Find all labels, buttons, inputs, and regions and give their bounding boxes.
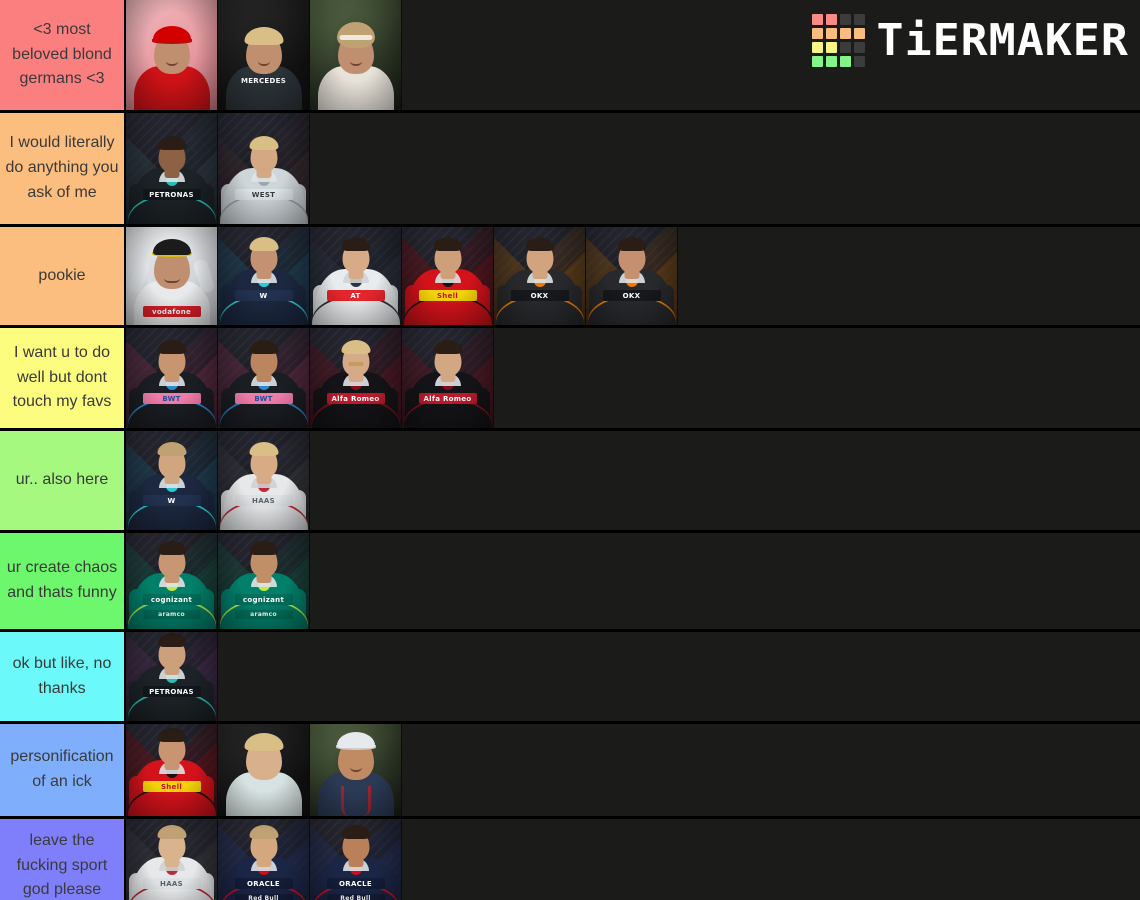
tier-item[interactable]: ORACLE Red Bull xyxy=(218,819,310,900)
tier-items-5[interactable]: cognizant aramco cognizant aramco xyxy=(126,533,1140,629)
tier-item[interactable]: ORACLE Red Bull xyxy=(310,819,402,900)
logo-cell-14 xyxy=(839,56,851,67)
logo-cell-1 xyxy=(825,14,837,25)
driver-portrait: HAAS xyxy=(218,431,309,530)
logo-cell-2 xyxy=(839,14,851,25)
tier-label-1[interactable]: I would literally do anything you ask of… xyxy=(0,113,126,224)
tier-label-8[interactable]: leave the fucking sport god please xyxy=(0,819,126,900)
tier-item[interactable]: OKX xyxy=(494,227,586,325)
tier-row: leave the fucking sport god please HAAS OR… xyxy=(0,819,1140,900)
tier-row: personification of an ick Shell xyxy=(0,724,1140,819)
tier-row: ok but like, no thanks PETRONAS xyxy=(0,632,1140,724)
driver-portrait: PETRONAS xyxy=(126,632,217,721)
driver-portrait xyxy=(310,724,401,816)
tier-item[interactable]: HAAS xyxy=(218,431,310,530)
tier-item[interactable] xyxy=(310,724,402,816)
tier-label-2[interactable]: pookie xyxy=(0,227,126,325)
tier-item[interactable]: W xyxy=(126,431,218,530)
tier-items-1[interactable]: PETRONAS WEST xyxy=(126,113,1140,224)
logo-cell-11 xyxy=(853,42,865,53)
tier-item[interactable]: Shell xyxy=(126,724,218,816)
driver-portrait: AT xyxy=(310,227,401,325)
driver-portrait xyxy=(310,0,401,110)
logo-cell-4 xyxy=(811,28,823,39)
driver-portrait xyxy=(126,0,217,110)
logo-cell-8 xyxy=(811,42,823,53)
logo-grid-icon xyxy=(811,14,865,67)
tier-label-5[interactable]: ur create chaos and thats funny xyxy=(0,533,126,629)
tier-item[interactable]: cognizant aramco xyxy=(126,533,218,629)
tier-label-3[interactable]: I want u to do well but dont touch my fa… xyxy=(0,328,126,428)
driver-portrait: Alfa Romeo xyxy=(310,328,401,428)
tier-item[interactable]: W xyxy=(218,227,310,325)
tier-items-3[interactable]: BWT BWT Alfa Romeo Alfa Romeo xyxy=(126,328,1140,428)
logo-cell-10 xyxy=(839,42,851,53)
tier-label-7[interactable]: personification of an ick xyxy=(0,724,126,816)
tier-item[interactable]: OKX xyxy=(586,227,678,325)
driver-portrait: Shell xyxy=(402,227,493,325)
tiermaker-board: TiERMAKER <3 most beloved blond germans … xyxy=(0,0,1140,900)
tier-item[interactable]: AT xyxy=(310,227,402,325)
tier-label-0[interactable]: <3 most beloved blond germans <3 xyxy=(0,0,126,110)
driver-portrait: ORACLE Red Bull xyxy=(218,819,309,900)
tier-label-4[interactable]: ur.. also here xyxy=(0,431,126,530)
driver-portrait: MERCEDES xyxy=(218,0,309,110)
driver-portrait: ORACLE Red Bull xyxy=(310,819,401,900)
logo-cell-6 xyxy=(839,28,851,39)
tier-item[interactable]: MERCEDES xyxy=(218,0,310,110)
driver-portrait: Shell xyxy=(126,724,217,816)
driver-portrait: W xyxy=(218,227,309,325)
driver-portrait: cognizant aramco xyxy=(126,533,217,629)
tier-items-8[interactable]: HAAS ORACLE Red Bull ORACLE Red Bull xyxy=(126,819,1140,900)
driver-portrait: OKX xyxy=(494,227,585,325)
tier-row: I would literally do anything you ask of… xyxy=(0,113,1140,227)
tier-items-2[interactable]: vodafone W AT Shell OKX OKX xyxy=(126,227,1140,325)
tier-item[interactable] xyxy=(126,0,218,110)
tier-row: ur create chaos and thats funny cognizant… xyxy=(0,533,1140,632)
driver-portrait: vodafone xyxy=(126,227,217,325)
tier-item[interactable] xyxy=(310,0,402,110)
tier-row: pookie vodafone W AT Shell OKX OKX xyxy=(0,227,1140,328)
tier-item[interactable]: HAAS xyxy=(126,819,218,900)
tier-item[interactable]: vodafone xyxy=(126,227,218,325)
tier-items-6[interactable]: PETRONAS xyxy=(126,632,1140,721)
logo-cell-7 xyxy=(853,28,865,39)
tiermaker-logo[interactable]: TiERMAKER xyxy=(811,14,1129,67)
tier-items-7[interactable]: Shell xyxy=(126,724,1140,816)
driver-portrait: cognizant aramco xyxy=(218,533,309,629)
logo-wordmark: TiERMAKER xyxy=(876,14,1129,66)
driver-portrait: BWT xyxy=(126,328,217,428)
tier-item[interactable] xyxy=(218,724,310,816)
logo-cell-3 xyxy=(853,14,865,25)
logo-cell-9 xyxy=(825,42,837,53)
driver-portrait: PETRONAS xyxy=(126,113,217,224)
driver-portrait: HAAS xyxy=(126,819,217,900)
tier-item[interactable]: WEST xyxy=(218,113,310,224)
logo-cell-0 xyxy=(811,14,823,25)
tier-item[interactable]: BWT xyxy=(218,328,310,428)
tier-item[interactable]: PETRONAS xyxy=(126,632,218,721)
tier-item[interactable]: BWT xyxy=(126,328,218,428)
logo-cell-12 xyxy=(811,56,823,67)
tier-label-6[interactable]: ok but like, no thanks xyxy=(0,632,126,721)
tier-item[interactable]: Alfa Romeo xyxy=(402,328,494,428)
logo-cell-15 xyxy=(853,56,865,67)
logo-cell-5 xyxy=(825,28,837,39)
tier-item[interactable]: Shell xyxy=(402,227,494,325)
logo-cell-13 xyxy=(825,56,837,67)
driver-portrait xyxy=(218,724,309,816)
tier-row: I want u to do well but dont touch my fa… xyxy=(0,328,1140,431)
tier-row-list: <3 most beloved blond germans <3 MERCEDES… xyxy=(0,0,1140,900)
driver-portrait: OKX xyxy=(586,227,677,325)
driver-portrait: W xyxy=(126,431,217,530)
tier-item[interactable]: cognizant aramco xyxy=(218,533,310,629)
tier-row: ur.. also here W HAAS xyxy=(0,431,1140,533)
tier-items-4[interactable]: W HAAS xyxy=(126,431,1140,530)
tier-item[interactable]: Alfa Romeo xyxy=(310,328,402,428)
driver-portrait: WEST xyxy=(218,113,309,224)
tier-item[interactable]: PETRONAS xyxy=(126,113,218,224)
driver-portrait: Alfa Romeo xyxy=(402,328,493,428)
driver-portrait: BWT xyxy=(218,328,309,428)
